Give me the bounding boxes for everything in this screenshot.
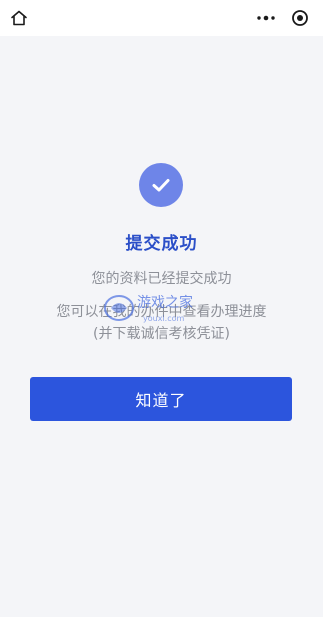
check-icon xyxy=(152,179,170,192)
result-page: 提交成功 您的资料已经提交成功 您可以在我的办件中查看办理进度 (并下载诚信考核… xyxy=(0,36,323,617)
result-message-primary: 您的资料已经提交成功 xyxy=(91,271,232,287)
top-nav-bar xyxy=(0,0,323,36)
confirm-button[interactable]: 知道了 xyxy=(30,377,292,421)
more-button[interactable] xyxy=(254,9,278,27)
target-icon xyxy=(292,10,308,26)
close-miniprogram-button[interactable] xyxy=(289,7,311,29)
home-icon xyxy=(11,10,27,26)
result-message-progress: 您可以在我的办件中查看办理进度 xyxy=(56,304,267,320)
success-badge xyxy=(139,163,183,207)
home-button[interactable] xyxy=(8,7,30,29)
more-dots-icon xyxy=(257,15,275,21)
result-message-certificate: (并下载诚信考核凭证) xyxy=(93,326,230,342)
result-title: 提交成功 xyxy=(125,234,198,254)
